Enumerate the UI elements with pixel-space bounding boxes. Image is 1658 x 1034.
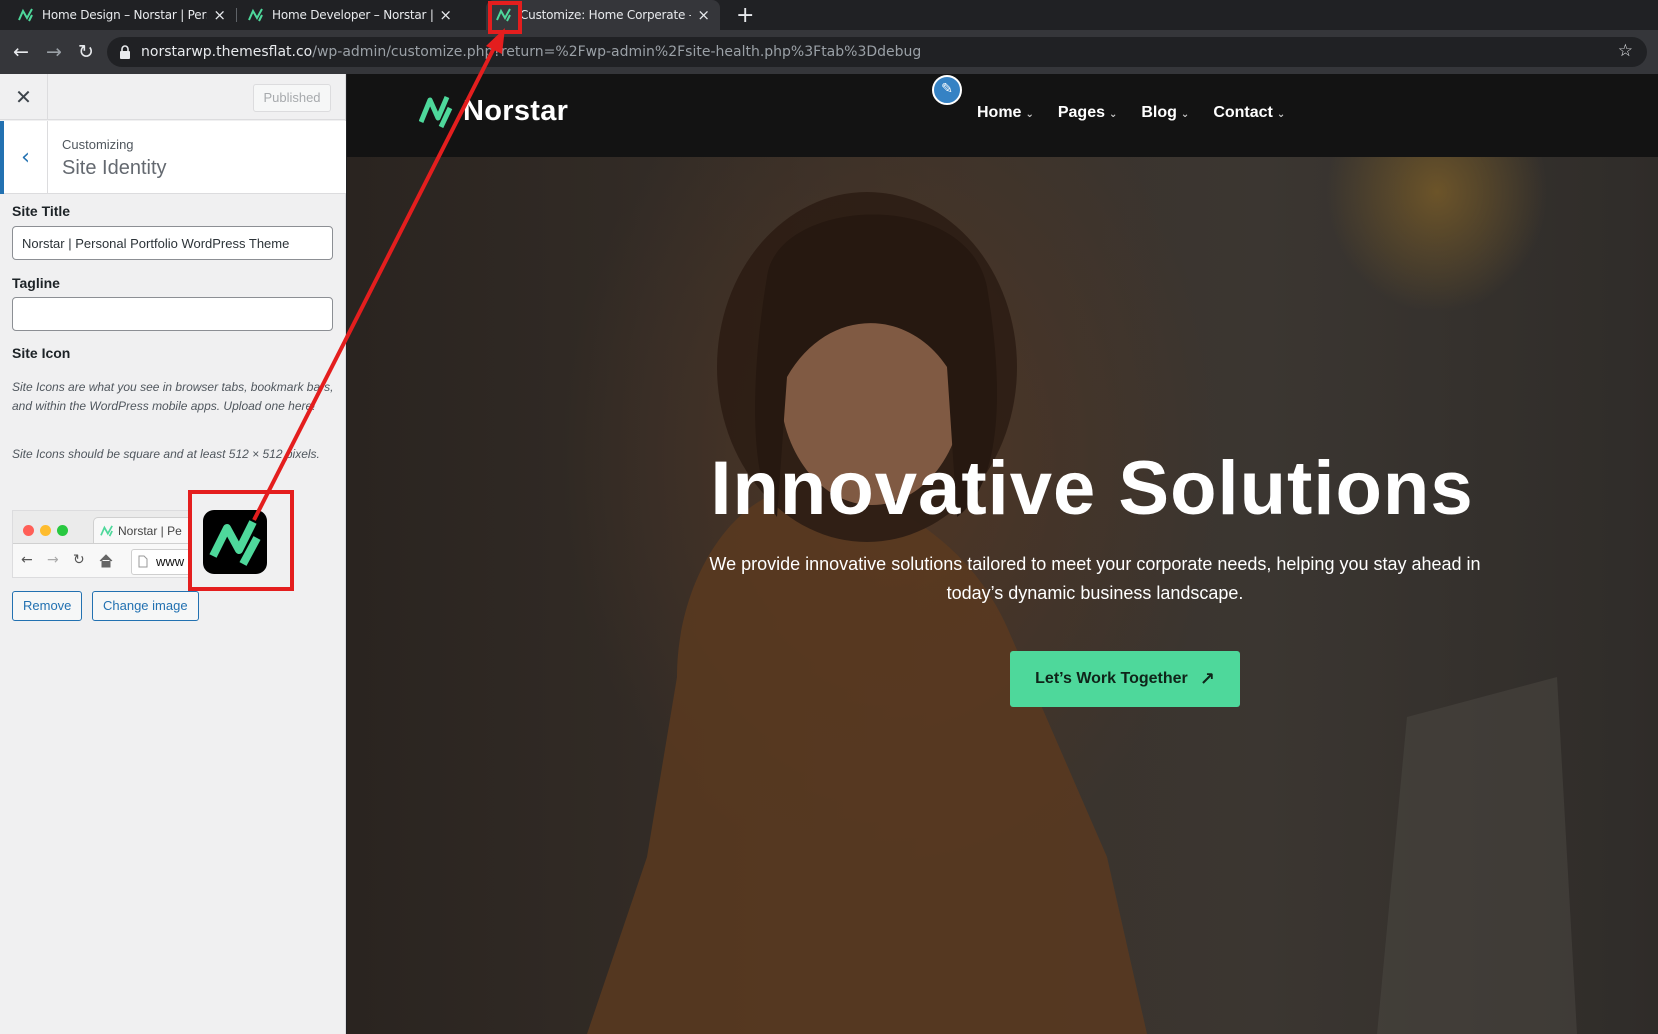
preview-url-field: www <box>131 549 191 575</box>
norstar-favicon-icon <box>18 8 33 22</box>
section-title: Site Identity <box>62 157 167 179</box>
close-tab-icon[interactable]: × <box>213 6 226 24</box>
nav-item-pages[interactable]: Pages ⌄ <box>1058 104 1118 122</box>
bookmark-star-icon[interactable]: ☆ <box>1618 41 1633 61</box>
browser-toolbar: ← → ↻ norstarwp.themesflat.co/wp-admin/c… <box>0 30 1658 74</box>
customizing-label: Customizing <box>62 137 134 152</box>
preview-forward-icon: → <box>47 552 59 568</box>
site-header: Norstar ✎ Home ⌄ Pages ⌄ Blog ⌄ Contact ⌄ <box>347 74 1658 157</box>
url-path: /wp-admin/customize.php?return=%2Fwp-adm… <box>312 44 922 60</box>
site-icon-label: Site Icon <box>12 345 71 361</box>
section-header: ‹ Customizing Site Identity <box>0 121 346 194</box>
reload-icon[interactable]: ↻ <box>73 39 99 65</box>
hero-section: Innovative Solutions We provide innovati… <box>347 157 1658 1034</box>
lock-icon <box>119 45 131 59</box>
chevron-down-icon: ⌄ <box>1180 109 1190 120</box>
minimize-dot-icon <box>40 525 51 536</box>
annotation-highlight-favicon <box>488 1 522 34</box>
preview-reload-icon: ↻ <box>73 552 85 568</box>
browser-tab-bar: Home Design – Norstar | Personal Portfol… <box>0 0 1658 30</box>
main-nav: Home ⌄ Pages ⌄ Blog ⌄ Contact ⌄ <box>977 104 1309 122</box>
arrow-up-right-icon: ↗ <box>1199 668 1215 690</box>
preview-home-icon <box>99 554 113 568</box>
lets-work-together-button[interactable]: Let’s Work Together ↗ <box>1010 651 1240 707</box>
norstar-favicon-icon <box>100 525 113 537</box>
address-bar[interactable]: norstarwp.themesflat.co/wp-admin/customi… <box>107 37 1647 67</box>
norstar-logo-icon <box>419 96 453 128</box>
url-host: norstarwp.themesflat.co <box>141 44 313 60</box>
tab-title: Home Design – Norstar | Personal Portfol… <box>42 8 207 22</box>
forward-arrow-icon[interactable]: → <box>41 39 67 65</box>
edit-shortcut-pencil-icon[interactable]: ✎ <box>932 75 962 105</box>
site-title-input[interactable] <box>12 226 333 260</box>
browser-tab-home-design[interactable]: Home Design – Norstar | Personal Portfol… <box>8 0 236 30</box>
hero-title: Innovative Solutions <box>710 446 1474 531</box>
chevron-down-icon: ⌄ <box>1108 109 1118 120</box>
browser-tab-home-developer[interactable]: Home Developer – Norstar | Personal Port… <box>238 0 462 30</box>
tagline-input[interactable] <box>12 297 333 331</box>
preview-back-icon: ← <box>21 552 33 568</box>
page-icon <box>138 555 148 568</box>
hero-subtitle: We provide innovative solutions tailored… <box>709 554 1481 603</box>
tab-title: Customize: Home Corperate – Norstar <box>520 8 691 22</box>
tab-separator <box>236 8 237 22</box>
nav-item-contact[interactable]: Contact ⌄ <box>1213 104 1285 122</box>
preview-tab-title: Norstar | Pe <box>118 524 182 538</box>
close-dot-icon <box>23 525 34 536</box>
new-tab-icon[interactable]: + <box>736 3 754 28</box>
customizer-header: ✕ Published <box>0 74 346 120</box>
preview-tab: Norstar | Pe <box>93 517 191 543</box>
chevron-down-icon: ⌄ <box>1276 109 1286 120</box>
tab-title: Home Developer – Norstar | Personal Port… <box>272 8 434 22</box>
section-back-icon[interactable]: ‹ <box>0 121 48 194</box>
close-tab-icon[interactable]: × <box>697 6 710 24</box>
nav-item-home[interactable]: Home ⌄ <box>977 104 1034 122</box>
annotation-highlight-site-icon <box>188 490 294 591</box>
site-icon-browser-preview: Norstar | Pe ← → ↻ www <box>12 510 192 578</box>
norstar-favicon-icon <box>248 8 263 22</box>
nav-item-blog[interactable]: Blog ⌄ <box>1141 104 1189 122</box>
close-customizer-icon[interactable]: ✕ <box>0 74 48 120</box>
maximize-dot-icon <box>57 525 68 536</box>
remove-icon-button[interactable]: Remove <box>12 591 83 621</box>
chevron-down-icon: ⌄ <box>1025 109 1034 120</box>
window-controls <box>23 523 74 541</box>
preview-toolbar: ← → ↻ www <box>13 543 191 577</box>
preview-url-text: www <box>156 554 185 569</box>
brand-name: Norstar <box>463 94 569 127</box>
back-arrow-icon[interactable]: ← <box>8 39 34 65</box>
site-title-label: Site Title <box>12 203 71 219</box>
cta-label: Let’s Work Together <box>1035 670 1188 687</box>
close-tab-icon[interactable]: × <box>439 6 452 24</box>
change-image-button[interactable]: Change image <box>92 591 199 621</box>
site-icon-description: Site Icons are what you see in browser t… <box>12 380 334 413</box>
customizer-panel: ✕ Published ‹ Customizing Site Identity … <box>0 74 346 1034</box>
tagline-label: Tagline <box>12 275 60 291</box>
site-icon-size-note: Site Icons should be square and at least… <box>12 447 320 461</box>
site-logo[interactable]: Norstar <box>419 94 568 128</box>
published-button[interactable]: Published <box>253 84 331 112</box>
site-preview: Norstar ✎ Home ⌄ Pages ⌄ Blog ⌄ Contact ⌄ In… <box>347 74 1658 1034</box>
